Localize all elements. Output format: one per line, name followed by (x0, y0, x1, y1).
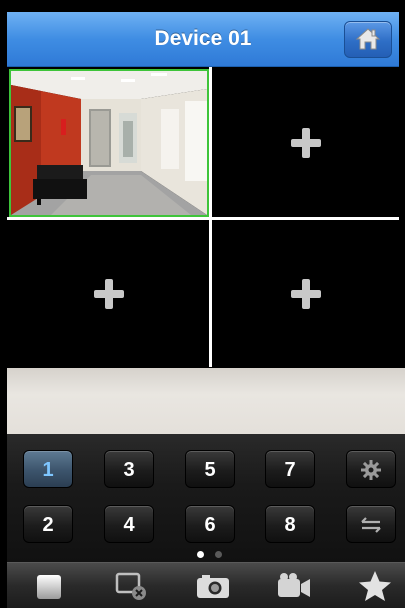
record-video-icon (278, 573, 310, 597)
favorites-button[interactable] (355, 569, 395, 603)
add-camera-icon[interactable] (94, 278, 124, 309)
channel-button-2[interactable]: 2 (23, 505, 73, 543)
channel-panel: 1 3 5 7 2 4 6 8 (7, 434, 405, 562)
swap-arrows-icon (361, 517, 381, 533)
channel-button-1[interactable]: 1 (23, 450, 73, 488)
switch-button[interactable] (346, 505, 396, 543)
page-dot (215, 551, 222, 558)
video-cell-4[interactable] (212, 220, 399, 367)
channel-button-8[interactable]: 8 (265, 505, 315, 543)
settings-button[interactable] (346, 450, 396, 488)
video-cell-2[interactable] (212, 69, 399, 217)
snapshot-button[interactable] (193, 569, 233, 603)
video-grid (7, 67, 399, 367)
add-camera-icon[interactable] (290, 128, 321, 158)
gear-icon (361, 460, 381, 480)
channel-button-6[interactable]: 6 (185, 505, 235, 543)
channel-button-4[interactable]: 4 (104, 505, 154, 543)
page-dot-active (197, 551, 204, 558)
channel-button-5[interactable]: 5 (185, 450, 235, 488)
stop-icon (37, 575, 61, 599)
channel-button-3[interactable]: 3 (104, 450, 154, 488)
favorites-star-icon (359, 571, 391, 601)
snapshot-camera-icon (197, 575, 229, 598)
bottom-toolbar (7, 562, 405, 608)
ptz-area (7, 368, 405, 434)
page-title: Device 01 (154, 27, 252, 50)
title-bar: Device 01 (7, 12, 399, 67)
stop-button[interactable] (29, 569, 69, 603)
home-icon (355, 28, 381, 50)
video-cell-3[interactable] (9, 220, 209, 367)
home-button[interactable] (344, 21, 392, 58)
page-indicator[interactable] (197, 551, 227, 559)
channel-button-7[interactable]: 7 (265, 450, 315, 488)
video-cell-1[interactable] (9, 69, 209, 217)
live-camera-feed (11, 71, 207, 215)
close-view-button[interactable] (111, 569, 151, 603)
add-camera-icon[interactable] (290, 278, 321, 309)
record-button[interactable] (274, 569, 314, 603)
grid-divider-horizontal (7, 217, 399, 220)
close-view-icon (115, 572, 146, 600)
